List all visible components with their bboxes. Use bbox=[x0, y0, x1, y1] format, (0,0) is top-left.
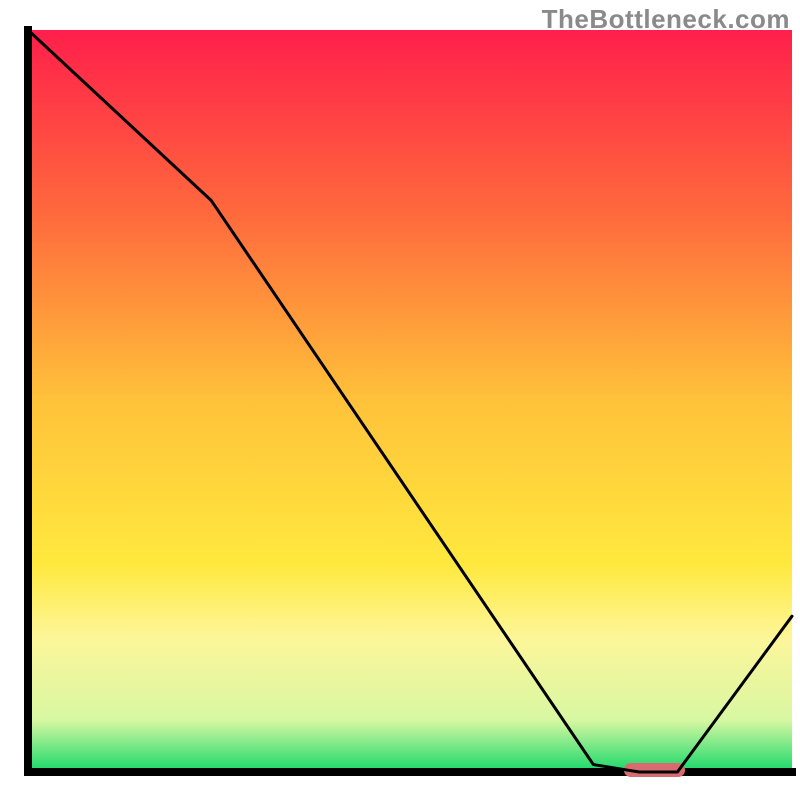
watermark-text: TheBottleneck.com bbox=[542, 4, 790, 35]
chart-svg bbox=[0, 0, 800, 800]
plot-background bbox=[28, 30, 792, 772]
chart-container: TheBottleneck.com bbox=[0, 0, 800, 800]
